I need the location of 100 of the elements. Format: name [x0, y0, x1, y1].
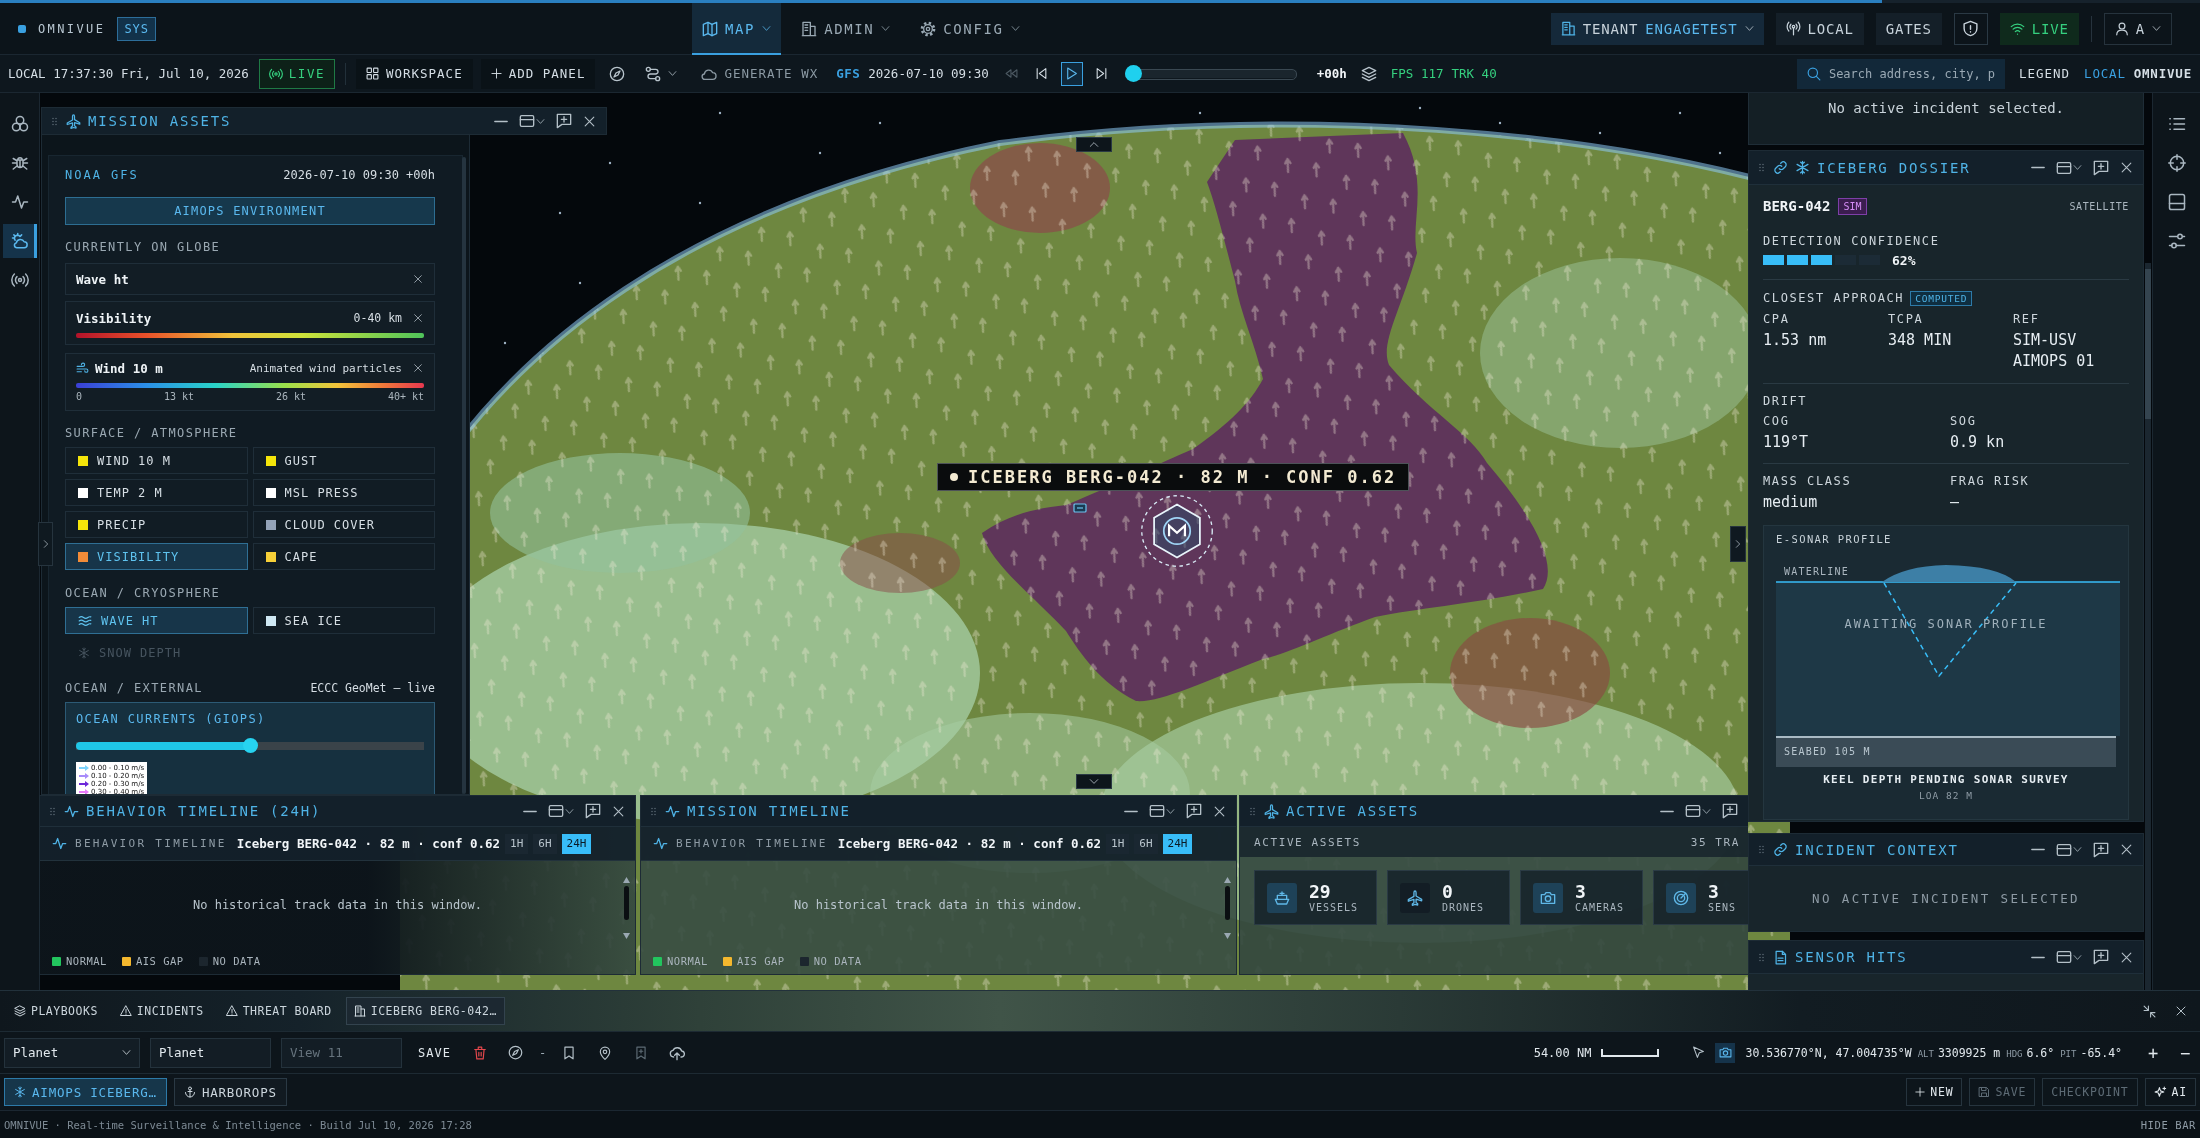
remove-button[interactable] — [412, 273, 424, 285]
nav-tab[interactable]: ADMIN — [791, 2, 901, 55]
asset-count: 0 — [1442, 882, 1454, 902]
layer-toggle[interactable]: CAPE — [252, 543, 435, 570]
add-note-button[interactable] — [583, 801, 603, 821]
caret-icon — [2073, 952, 2082, 962]
range-button[interactable]: 24H — [561, 833, 592, 854]
live-button[interactable]: LIVE — [1999, 12, 2079, 45]
search-field[interactable]: Search address, city, p — [1796, 58, 2005, 89]
sonar-subcaption: LOA 82 M — [1918, 790, 1974, 801]
live-button[interactable]: LIVE — [258, 58, 335, 89]
pulse-icon — [665, 803, 680, 819]
source-toggle[interactable]: LOCAL — [2084, 66, 2126, 81]
layer-toggle[interactable]: WIND 10 M — [65, 447, 248, 474]
field-value: 0.9 kn — [1950, 432, 2006, 453]
status-text: OMNIVUE · Real-time Surveillance & Intelligence · Build Jul 10, 2026 17:28 — [4, 1118, 472, 1131]
remove-button[interactable] — [412, 312, 424, 324]
add-note-button[interactable] — [1184, 801, 1204, 821]
layout-icon — [1149, 803, 1165, 819]
panel-title: INCIDENT CONTEXT — [1795, 841, 1959, 858]
legend-button[interactable]: LEGEND — [2012, 66, 2077, 81]
minimize-icon — [2031, 166, 2045, 169]
local-button[interactable]: LOCAL — [1775, 12, 1864, 45]
add-note-button[interactable] — [554, 111, 574, 131]
scrollbar[interactable] — [2145, 263, 2151, 990]
dock-tab[interactable]: INCIDENTS — [111, 997, 212, 1025]
scale-tick: 40+ kt — [387, 391, 424, 402]
user-menu-button[interactable]: A — [2103, 12, 2172, 45]
globe-select[interactable]: Planet — [4, 1037, 140, 1068]
scrollbar[interactable] — [623, 877, 630, 939]
camera-button[interactable] — [1715, 1042, 1736, 1063]
layer-toggle[interactable]: WAVE HT — [65, 607, 248, 634]
environment-button[interactable]: AIMOPS ENVIRONMENT — [65, 197, 435, 225]
close-icon — [2120, 950, 2133, 964]
range-button[interactable]: 1H — [1106, 833, 1130, 854]
view-name-field[interactable]: Planet — [150, 1037, 271, 1068]
source-status: ECCC GeoMet — live — [310, 681, 435, 695]
drag-handle-icon[interactable] — [1757, 161, 1766, 174]
plus-icon — [490, 68, 502, 79]
play-button[interactable] — [1060, 61, 1083, 86]
workspace-button[interactable]: WORKSPACE — [355, 58, 473, 89]
minimize-icon — [1124, 809, 1138, 813]
gates-button[interactable]: GATES — [1875, 12, 1942, 45]
dock-tab[interactable]: PLAYBOOKS — [6, 997, 106, 1025]
compass-icon — [508, 1045, 524, 1060]
layer-toggle[interactable]: GUST — [252, 447, 435, 474]
remove-button[interactable] — [412, 362, 424, 374]
workspace-tab[interactable]: HARBOROPS — [173, 1078, 287, 1106]
time-slider[interactable] — [1124, 65, 1297, 82]
bug-icon — [10, 154, 29, 172]
dock-tab[interactable]: ICEBERG BERG-042… — [345, 997, 505, 1025]
timeline-label: BEHAVIOR TIMELINE — [75, 837, 227, 850]
source-toggle[interactable]: OMNIVUE — [2133, 66, 2192, 81]
ship-icon — [1267, 882, 1297, 913]
caret-icon — [762, 24, 772, 33]
nav-tab[interactable]: CONFIG — [910, 2, 1030, 55]
workspace-tab[interactable]: AIMOPS ICEBERG… — [4, 1078, 167, 1106]
local-clock: LOCAL 17:37:30 Fri, Jul 10, 2026 — [8, 66, 249, 81]
pulse-icon — [64, 803, 79, 819]
slider-thumb[interactable] — [242, 738, 258, 753]
pulse-icon — [52, 836, 67, 851]
panel-title: BEHAVIOR TIMELINE (24H) — [86, 803, 322, 819]
opacity-slider[interactable] — [76, 738, 424, 753]
view-field[interactable]: View 11 — [281, 1037, 402, 1068]
nav-tab[interactable]: MAP — [692, 2, 782, 55]
layer-toggle[interactable]: MSL PRESS — [252, 479, 435, 506]
target-marker-icon — [1140, 494, 1214, 568]
generate-wx-button[interactable]: GENERATE WX — [691, 58, 829, 89]
sim-badge: SIM — [1838, 197, 1867, 215]
range-button[interactable]: 1H — [505, 833, 529, 854]
sidebar-button[interactable] — [2, 224, 37, 258]
layer-toggle[interactable]: CLOUD COVER — [252, 511, 435, 538]
slider-thumb[interactable] — [1124, 65, 1142, 82]
close-icon — [2120, 161, 2133, 174]
field-value: 348 MIN — [1888, 330, 1953, 351]
range-button[interactable]: 6H — [1134, 833, 1158, 854]
workspace-action-button[interactable]: AI — [2144, 1078, 2196, 1106]
drag-handle-icon[interactable] — [1757, 843, 1766, 856]
add-note-button[interactable] — [2091, 947, 2111, 967]
workspace-action-button[interactable]: NEW — [1906, 1078, 1963, 1106]
range-button[interactable]: 24H — [1162, 833, 1193, 854]
layer-toggle[interactable]: VISIBILITY — [65, 543, 248, 570]
zoom-in-button[interactable]: + — [2142, 1038, 2164, 1067]
field-label: SOG — [1950, 414, 1978, 428]
scrollbar[interactable] — [1224, 877, 1231, 939]
dock-tab[interactable]: THREAT BOARD — [217, 997, 340, 1025]
layer-toggle[interactable]: SEA ICE — [252, 607, 435, 634]
shield-button[interactable] — [1953, 12, 1988, 45]
layer-toggle[interactable]: TEMP 2 M — [65, 479, 248, 506]
tenant-button[interactable]: TENANT ENGAGETEST — [1550, 12, 1764, 45]
readout-value: -65.4° — [2080, 1045, 2122, 1060]
empty-message: No historical track data in this window. — [193, 897, 482, 912]
add-note-button[interactable] — [1720, 801, 1740, 821]
save-view-button[interactable]: SAVE — [412, 1038, 457, 1067]
add-panel-button[interactable]: ADD PANEL — [480, 58, 596, 89]
layer-toggle[interactable]: PRECIP — [65, 511, 248, 538]
hide-bar-button[interactable]: HIDE BAR — [2140, 1118, 2196, 1131]
sonar-caption: KEEL DEPTH PENDING SONAR SURVEY — [1822, 773, 2070, 786]
zoom-out-button[interactable]: − — [2174, 1038, 2196, 1067]
range-button[interactable]: 6H — [533, 833, 557, 854]
